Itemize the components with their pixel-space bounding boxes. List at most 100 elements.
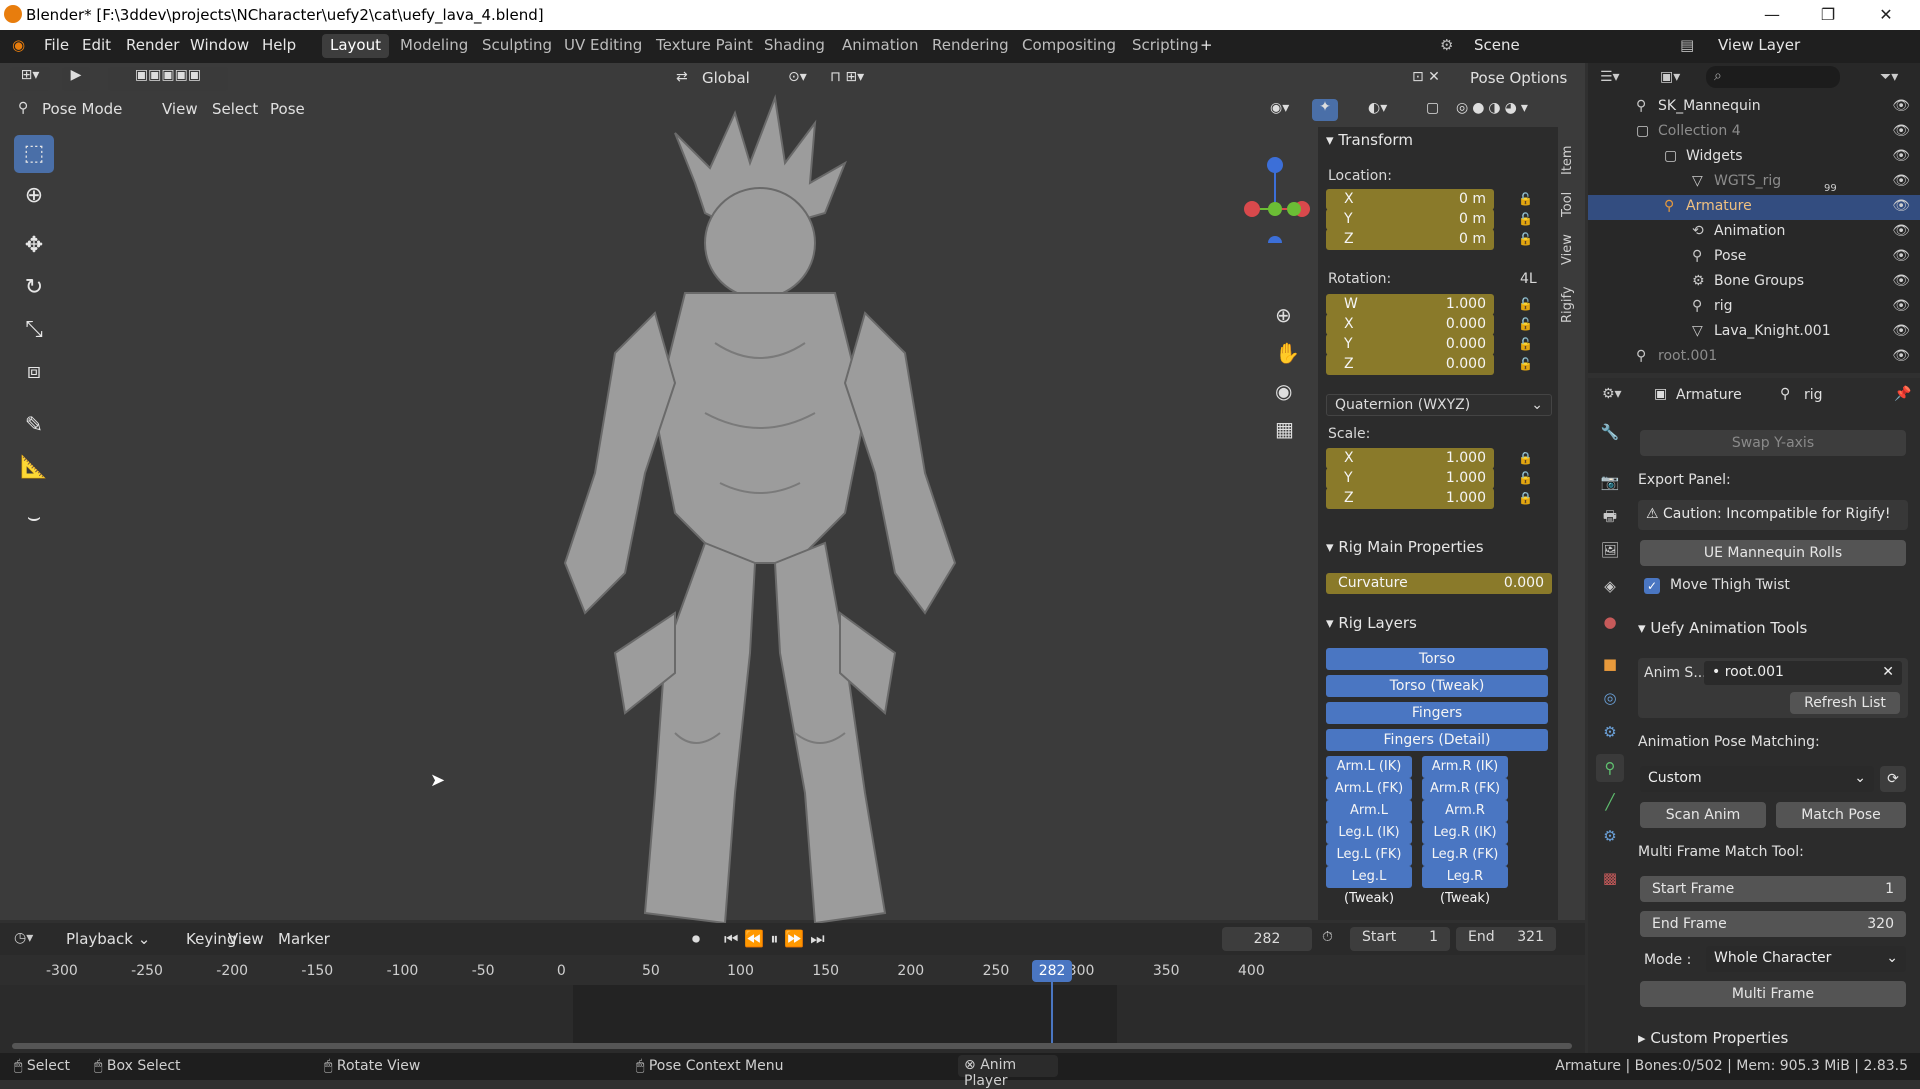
eye-icon[interactable]: 👁 <box>1892 148 1910 164</box>
eye-icon[interactable]: 👁 <box>1892 123 1910 139</box>
eye-icon[interactable]: 👁 <box>1892 98 1910 114</box>
world-props-icon[interactable]: ● <box>1596 608 1624 636</box>
shading-mode-icons[interactable]: ◎●◑◕▾ <box>1456 100 1532 116</box>
multi-frame-button[interactable]: Multi Frame <box>1640 981 1906 1007</box>
anim-player-button[interactable]: ⊗ Anim Player <box>958 1055 1058 1089</box>
scl-field-1[interactable]: Y 1.000 <box>1326 468 1494 489</box>
select-box-icon[interactable]: ⬚ <box>14 135 54 173</box>
layer-4-1[interactable]: Leg.R (FK) <box>1422 844 1508 866</box>
eye-icon[interactable]: 👁 <box>1892 173 1910 189</box>
eye-icon[interactable]: 👁 <box>1892 298 1910 314</box>
outliner-row[interactable]: ▽ WGTS_rig 👁 <box>1588 170 1920 195</box>
lock-icon[interactable]: 🔓 <box>1518 192 1533 206</box>
scl-field-0[interactable]: X 1.000 <box>1326 448 1494 469</box>
timeline-menu-view[interactable]: View <box>228 930 264 948</box>
layer-5-1[interactable]: Leg.R (Tweak) <box>1422 866 1508 906</box>
layer-torso-tweak[interactable]: Torso (Tweak) <box>1326 675 1548 697</box>
swap-y-axis-button[interactable]: Swap Y-axis <box>1640 430 1906 456</box>
pivot-icon[interactable]: ⊙▾ <box>788 69 807 85</box>
view-layer-name[interactable]: View Layer <box>1718 36 1800 54</box>
rotation-4l[interactable]: 4L <box>1520 271 1537 287</box>
lock-icon[interactable]: 🔓 <box>1518 317 1533 331</box>
eye-icon[interactable]: 👁 <box>1892 348 1910 364</box>
rot-field-1[interactable]: X 0.000 <box>1326 314 1494 335</box>
timeline-menu-playback[interactable]: Playback ⌄ <box>66 930 150 948</box>
loc-field-1[interactable]: Y 0 m <box>1326 209 1494 230</box>
layer-fingers-detail[interactable]: Fingers (Detail) <box>1326 729 1548 751</box>
xray-icon[interactable]: ▢ <box>1426 100 1439 116</box>
outliner-editor-icon[interactable]: ☰▾ <box>1600 69 1620 85</box>
sync-icon[interactable]: ⟳ <box>1880 766 1906 792</box>
layer-1-0[interactable]: Arm.L (FK) <box>1326 778 1412 800</box>
tab-shading[interactable]: Shading <box>756 34 833 58</box>
transform-orientation[interactable]: Global <box>702 69 750 87</box>
tab-modeling[interactable]: Modeling <box>392 34 476 58</box>
timeline-ruler[interactable]: -300 -250 -200 -150 -100 -50 0 50 100 150 200 250 30… <box>0 955 1585 985</box>
start-frame-field[interactable]: Start Frame 1 <box>1640 876 1906 902</box>
menu-help[interactable]: Help <box>262 36 296 54</box>
layer-0-1[interactable]: Arm.R (IK) <box>1422 756 1508 778</box>
select-tool-icon[interactable]: ▶ <box>62 67 90 91</box>
physics-props-icon[interactable]: ◎ <box>1596 684 1624 712</box>
move-icon[interactable]: ✥ <box>14 227 54 265</box>
outliner-row[interactable]: ⚲ Armature 👁 <box>1588 195 1920 220</box>
pin-icon[interactable]: 📌 <box>1894 386 1911 402</box>
layer-1-1[interactable]: Arm.R (FK) <box>1422 778 1508 800</box>
tab-uv-editing[interactable]: UV Editing <box>556 34 650 58</box>
outliner-row[interactable]: ▽ Lava_Knight.001 👁 <box>1588 320 1920 345</box>
rotation-mode-select[interactable]: Quaternion (WXYZ) ⌄ <box>1326 394 1552 416</box>
crumb-object[interactable]: Armature <box>1676 387 1742 403</box>
outliner-row[interactable]: ⟲ Animation 👁 <box>1588 220 1920 245</box>
editor-type-icon[interactable]: ⊞▾ <box>10 67 50 91</box>
constraints-props-icon[interactable]: ⚙ <box>1596 718 1624 746</box>
texture-props-icon[interactable]: ▩ <box>1596 864 1624 892</box>
timeline[interactable]: -300 -250 -200 -150 -100 -50 0 50 100 150 200 250 30… <box>0 955 1585 1053</box>
outliner-row[interactable]: ▢ Collection 4 👁 <box>1588 120 1920 145</box>
navigation-gizmo[interactable] <box>1240 143 1310 250</box>
blender-menu-icon[interactable]: ◉ <box>12 36 25 54</box>
snap-icon[interactable]: ⊓ ⊞▾ <box>830 69 864 85</box>
preview-range-icon[interactable]: ⏱ <box>1322 929 1333 945</box>
render-props-icon[interactable]: 📷 <box>1596 468 1624 496</box>
tab-texture-paint[interactable]: Texture Paint <box>648 34 761 58</box>
pose-breakdowner-icon[interactable]: ⌣ <box>14 499 54 537</box>
timeline-editor-icon[interactable]: ◷▾ <box>14 930 33 946</box>
bone-constraints-icon[interactable]: ⚙ <box>1596 822 1624 850</box>
layer-2-1[interactable]: Arm.R (Tweak) <box>1422 800 1508 840</box>
transform-orientation-icon[interactable]: ⇄ <box>676 69 688 85</box>
overlay-icon[interactable]: ◐▾ <box>1368 100 1387 116</box>
annotate-icon[interactable]: ✎ <box>14 407 54 445</box>
lock-icon[interactable]: 🔓 <box>1518 357 1533 371</box>
match-pose-button[interactable]: Match Pose <box>1776 802 1906 828</box>
mode-selector[interactable]: Pose Mode <box>42 100 122 118</box>
tab-view[interactable]: View <box>1560 230 1582 270</box>
loc-field-2[interactable]: Z 0 m <box>1326 229 1494 250</box>
viewport-menu-pose[interactable]: Pose <box>270 100 305 118</box>
eye-icon[interactable]: 👁 <box>1892 198 1910 214</box>
minimize-icon[interactable]: — <box>1752 2 1792 28</box>
viewport-menu-view[interactable]: View <box>162 100 198 118</box>
display-mode-icon[interactable]: ▣▾ <box>1660 69 1680 85</box>
outliner-row[interactable]: ⚲ SK_Mannequin 👁 <box>1588 95 1920 120</box>
transform-header[interactable]: ▾ Transform <box>1326 131 1413 149</box>
ue-mannequin-rolls-button[interactable]: UE Mannequin Rolls <box>1640 540 1906 566</box>
bone-props-icon[interactable]: ╱ <box>1596 788 1624 816</box>
pose-options[interactable]: Pose Options <box>1470 69 1567 87</box>
start-field[interactable]: Start 1 <box>1350 927 1450 951</box>
timeline-scrollbar[interactable] <box>12 1043 1572 1049</box>
tab-rendering[interactable]: Rendering <box>924 34 1017 58</box>
output-props-icon[interactable]: 🖶 <box>1596 502 1624 530</box>
rig-main-header[interactable]: ▾ Rig Main Properties <box>1326 538 1484 556</box>
armature-data-props-icon[interactable]: ⚲ <box>1596 754 1624 782</box>
loc-field-0[interactable]: X 0 m <box>1326 189 1494 210</box>
rot-field-0[interactable]: W 1.000 <box>1326 294 1494 315</box>
scale-icon[interactable]: ⤡ <box>14 311 54 349</box>
rot-field-2[interactable]: Y 0.000 <box>1326 334 1494 355</box>
scene-props-icon[interactable]: ◈ <box>1596 572 1624 600</box>
menu-edit[interactable]: Edit <box>82 36 111 54</box>
lock-icon[interactable]: 🔓 <box>1518 297 1533 311</box>
eye-icon[interactable]: 👁 <box>1892 248 1910 264</box>
scan-anim-button[interactable]: Scan Anim <box>1640 802 1766 828</box>
current-frame-field[interactable]: 282 <box>1222 927 1312 951</box>
tab-item[interactable]: Item <box>1560 140 1582 180</box>
